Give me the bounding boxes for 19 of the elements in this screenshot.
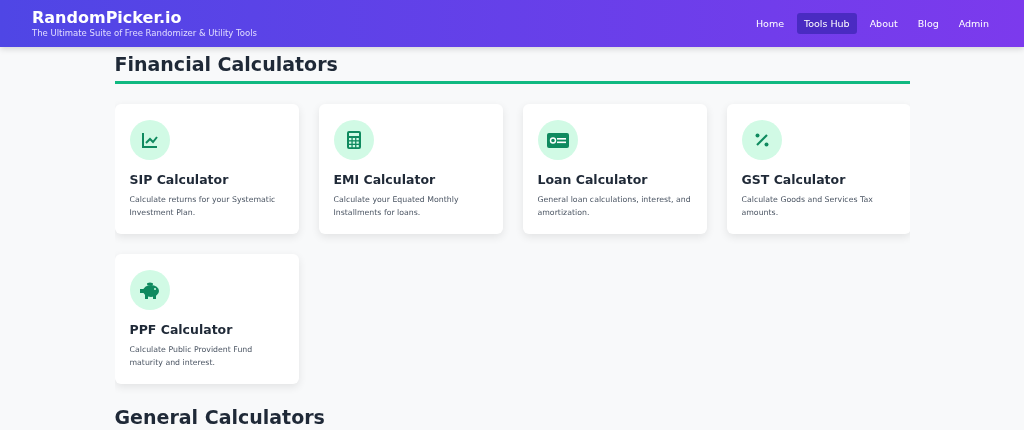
percent-icon bbox=[753, 132, 770, 148]
line-chart-icon bbox=[140, 131, 159, 149]
section-heading: Financial Calculators bbox=[114, 53, 910, 84]
site-logo[interactable]: RandomPicker.io bbox=[32, 8, 257, 27]
card-title: SIP Calculator bbox=[129, 172, 230, 187]
site-tagline: The Ultimate Suite of Free Randomizer & Utility Tools bbox=[32, 27, 257, 39]
section-heading: General Calculators bbox=[114, 406, 326, 430]
card-title: GST Calculator bbox=[741, 172, 847, 187]
calculator-icon bbox=[346, 131, 361, 149]
nav-link[interactable]: About bbox=[862, 13, 905, 34]
nav-link[interactable]: Blog bbox=[910, 13, 946, 34]
card-title: PPF Calculator bbox=[129, 322, 234, 337]
nav-link[interactable]: Admin bbox=[951, 13, 996, 34]
card-title: Loan Calculator bbox=[537, 172, 649, 187]
card-title: EMI Calculator bbox=[333, 172, 437, 187]
nav-link[interactable]: Tools Hub bbox=[797, 13, 857, 34]
piggy-bank-icon bbox=[138, 281, 161, 299]
money-bill-icon bbox=[546, 132, 569, 148]
nav-link[interactable]: Home bbox=[748, 13, 791, 34]
